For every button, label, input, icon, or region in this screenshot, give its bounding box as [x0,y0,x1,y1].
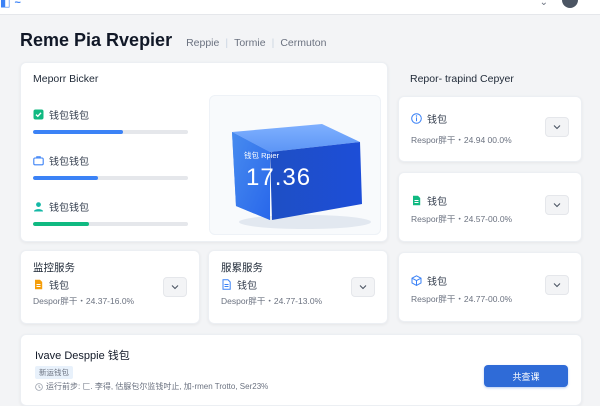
report-card[interactable]: 钱包 Respor胖干・24.94 00.0% [398,96,582,162]
expand-button[interactable] [163,277,187,297]
service-card[interactable]: 服累服务 钱包 Despor胖干・24.77-13.0% [208,250,388,324]
folder-icon [33,279,44,290]
breadcrumb-separator: | [271,37,275,49]
service-title: 服累服务 [221,262,263,274]
primary-action-button[interactable]: 共查课 [484,365,568,387]
top-bar: ◧ ~ ⌄ [0,0,600,15]
chevron-down-icon [553,125,561,130]
metric-row[interactable]: 钱包钱包 [33,199,188,226]
breadcrumb-item[interactable]: Cermuton [280,37,326,49]
checkbox-icon [33,109,44,120]
metric-row[interactable]: 钱包钱包 [33,153,188,180]
brand-logo[interactable]: ◧ ~ [0,0,21,9]
progress-track [33,222,188,226]
summary-note-text: 运行前步: 匚. 李得, 估脲包尔监钱吋止, 加-rmen Trotto, Se… [46,382,269,391]
progress-fill [33,176,99,180]
page-header: Reme Pia Rvepier Reppie | Tormie | Cermu… [20,30,326,52]
chevron-down-icon [553,283,561,288]
metrics-panel-title: Meporr Bicker [33,73,99,85]
hero-caption: 钱包 Rpier [244,151,280,160]
avatar[interactable] [562,0,578,8]
report-meta: Respor胖干・24.77-00.0% [411,294,513,304]
summary-note: 运行前步: 匚. 李得, 估脲包尔监钱吋止, 加-rmen Trotto, Se… [35,381,268,392]
expand-button[interactable] [545,195,569,215]
service-meta: Despor胖干・24.77-13.0% [221,296,323,306]
breadcrumb-item[interactable]: Reppie [186,37,219,49]
metric-label: 钱包钱包 [49,111,89,122]
report-meta: Respor胖干・24.94 00.0% [411,135,512,145]
summary-card: Ivave Desppie 钱包 新运钱包 运行前步: 匚. 李得, 估脲包尔监… [20,334,582,406]
progress-fill [33,222,89,226]
report-name: 钱包 [427,277,447,288]
report-meta: Respor胖干・24.57-00.0% [411,214,513,224]
progress-fill [33,130,123,134]
chevron-down-icon[interactable]: ⌄ [540,0,548,8]
metric-label: 钱包钱包 [49,203,89,214]
doc-icon [221,279,232,290]
service-title: 监控服务 [33,262,75,274]
clock-icon [35,382,43,391]
summary-heading: Ivave Desppie 钱包 [35,350,130,362]
breadcrumb: Reppie | Tormie | Cermuton [186,37,326,49]
box-icon [411,275,422,286]
report-name: 钱包 [427,197,447,208]
expand-button[interactable] [351,277,375,297]
expand-button[interactable] [545,117,569,137]
progress-track [33,176,188,180]
service-card[interactable]: 监控服务 钱包 Despor胖干・24.37-16.0% [20,250,200,324]
hero-illustration: 钱包 Rpier 17.36 [209,95,381,235]
hero-value: 17.36 [246,164,312,191]
user-icon [33,201,44,212]
page-title: Reme Pia Rvepier [20,30,173,50]
report-card[interactable]: 钱包 Respor胖干・24.77-00.0% [398,252,582,322]
service-name: 钱包 [237,281,257,292]
progress-track [33,130,188,134]
briefcase-icon [33,155,44,166]
metric-row[interactable]: 钱包钱包 [33,107,188,134]
report-card[interactable]: 钱包 Respor胖干・24.57-00.0% [398,172,582,242]
chevron-down-icon [553,203,561,208]
metric-label: 钱包钱包 [49,157,89,168]
service-name: 钱包 [49,281,69,292]
chevron-down-icon [359,285,367,290]
status-badge: 新运钱包 [35,366,73,379]
expand-button[interactable] [545,275,569,295]
report-panel-title: Repor- trapind Cepyer [410,73,514,85]
file-icon [411,195,422,206]
service-meta: Despor胖干・24.37-16.0% [33,296,135,306]
breadcrumb-item[interactable]: Tormie [234,37,266,49]
chevron-down-icon [171,285,179,290]
report-name: 钱包 [427,115,447,126]
breadcrumb-separator: | [225,37,229,49]
info-icon [411,113,422,124]
metrics-panel: Meporr Bicker 钱包钱包 钱包钱包 钱包钱包 钱包 Rpier 17… [20,62,388,242]
